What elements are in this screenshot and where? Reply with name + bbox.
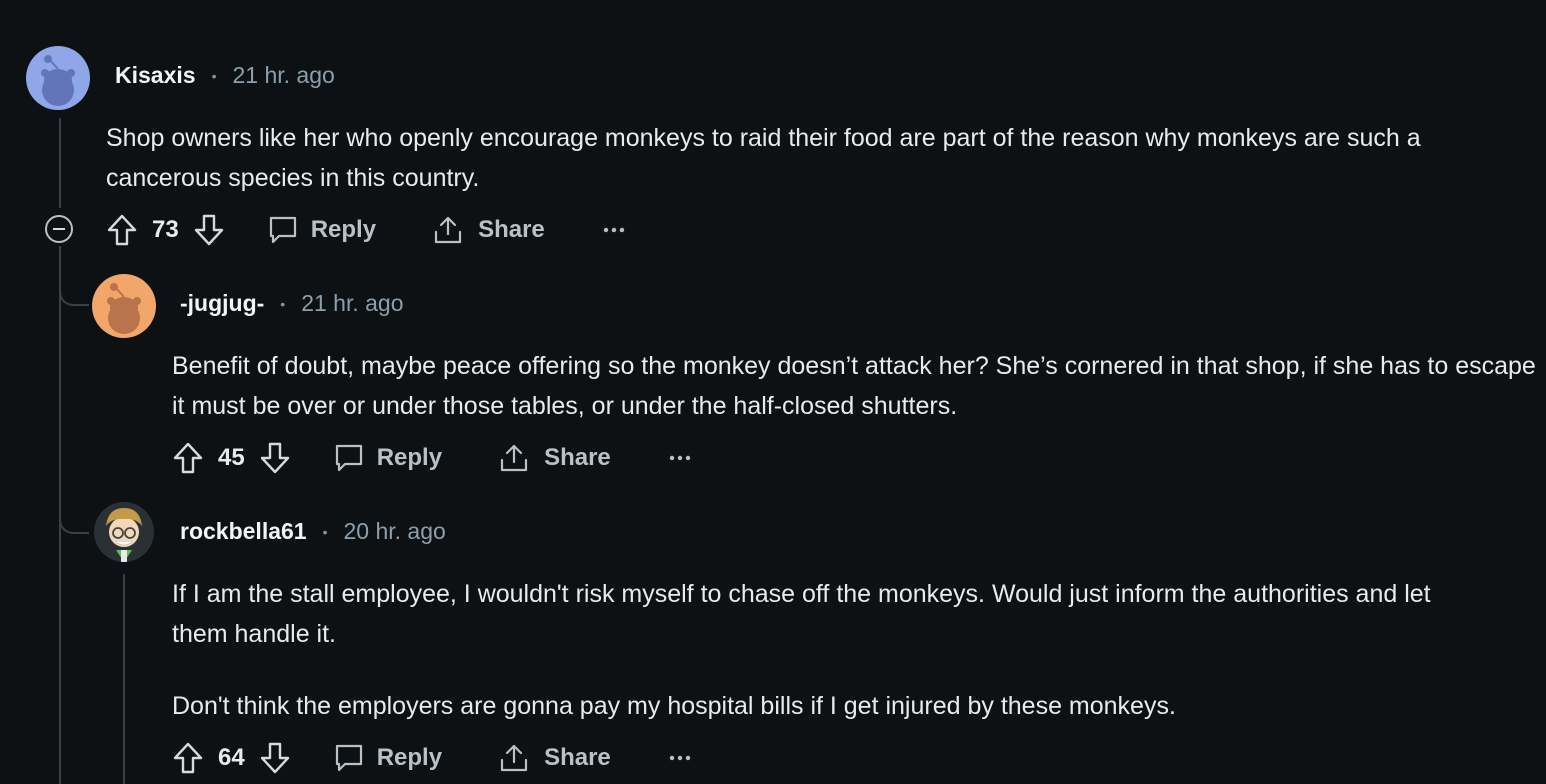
avatar[interactable] [92,274,156,338]
upvote-icon[interactable] [172,741,204,775]
comment-body: Shop owners like her who openly encourag… [106,118,1516,198]
share-icon [498,442,530,474]
reply-button[interactable]: Reply [333,442,442,474]
comment-author[interactable]: rockbella61 [180,518,307,545]
comment-icon [333,742,365,774]
comment-time[interactable]: 21 hr. ago [301,290,403,317]
comment-time[interactable]: 21 hr. ago [232,62,334,89]
vote-score: 64 [218,744,245,771]
reply-label: Reply [376,744,443,771]
vote-score: 45 [218,444,245,471]
separator-dot: • [322,523,328,540]
share-icon [498,742,530,774]
downvote-icon[interactable] [193,213,225,247]
collapse-icon [53,228,65,230]
share-icon [432,214,464,246]
upvote-icon[interactable] [172,441,204,475]
comment-paragraph: If I am the stall employee, I wouldn't r… [172,580,1431,648]
downvote-icon[interactable] [259,741,291,775]
avatar[interactable] [94,502,154,562]
collapse-thread-button[interactable] [45,215,73,243]
share-label: Share [544,744,611,771]
character-avatar-icon [106,508,142,562]
share-button[interactable]: Share [498,442,611,474]
comment-paragraph: Benefit of doubt, maybe peace offering s… [172,352,1536,420]
comment-actions: 64 Reply Share [172,738,691,778]
share-button[interactable]: Share [432,214,545,246]
avatar[interactable] [26,46,90,110]
downvote-icon[interactable] [259,441,291,475]
comment-header: -jugjug- • 21 hr. ago [180,290,404,317]
reply-button[interactable]: Reply [333,742,442,774]
more-icon[interactable] [669,754,691,762]
more-icon[interactable] [669,454,691,462]
comment-header: rockbella61 • 20 hr. ago [180,518,446,545]
comment-paragraph: Shop owners like her who openly encourag… [106,124,1421,192]
share-label: Share [478,216,545,243]
comment-header: Kisaxis • 21 hr. ago [115,62,335,89]
reply-label: Reply [376,444,443,471]
vote-score: 73 [152,216,179,243]
comment-paragraph: Don't think the employers are gonna pay … [172,692,1176,720]
thread-line-root [59,118,61,208]
comment-actions: 45 Reply Share [172,438,691,478]
thread-branch-1 [59,286,89,306]
comment-author[interactable]: -jugjug- [180,290,264,317]
separator-dot: • [211,67,217,84]
share-label: Share [544,444,611,471]
comment-icon [267,214,299,246]
reply-label: Reply [310,216,377,243]
comment-time[interactable]: 20 hr. ago [344,518,446,545]
comment-icon [333,442,365,474]
reply-button[interactable]: Reply [267,214,376,246]
share-button[interactable]: Share [498,742,611,774]
upvote-icon[interactable] [106,213,138,247]
separator-dot: • [280,295,286,312]
snoo-avatar-icon [107,283,141,334]
thread-branch-2 [59,514,89,534]
comment-actions: 73 Reply Share [106,210,625,250]
more-icon[interactable] [603,226,625,234]
comment-body: If I am the stall employee, I wouldn't r… [172,574,1432,726]
thread-line-rockbella [123,574,125,784]
snoo-avatar-icon [41,55,75,106]
comment-body: Benefit of doubt, maybe peace offering s… [172,346,1537,426]
comment-author[interactable]: Kisaxis [115,62,196,89]
